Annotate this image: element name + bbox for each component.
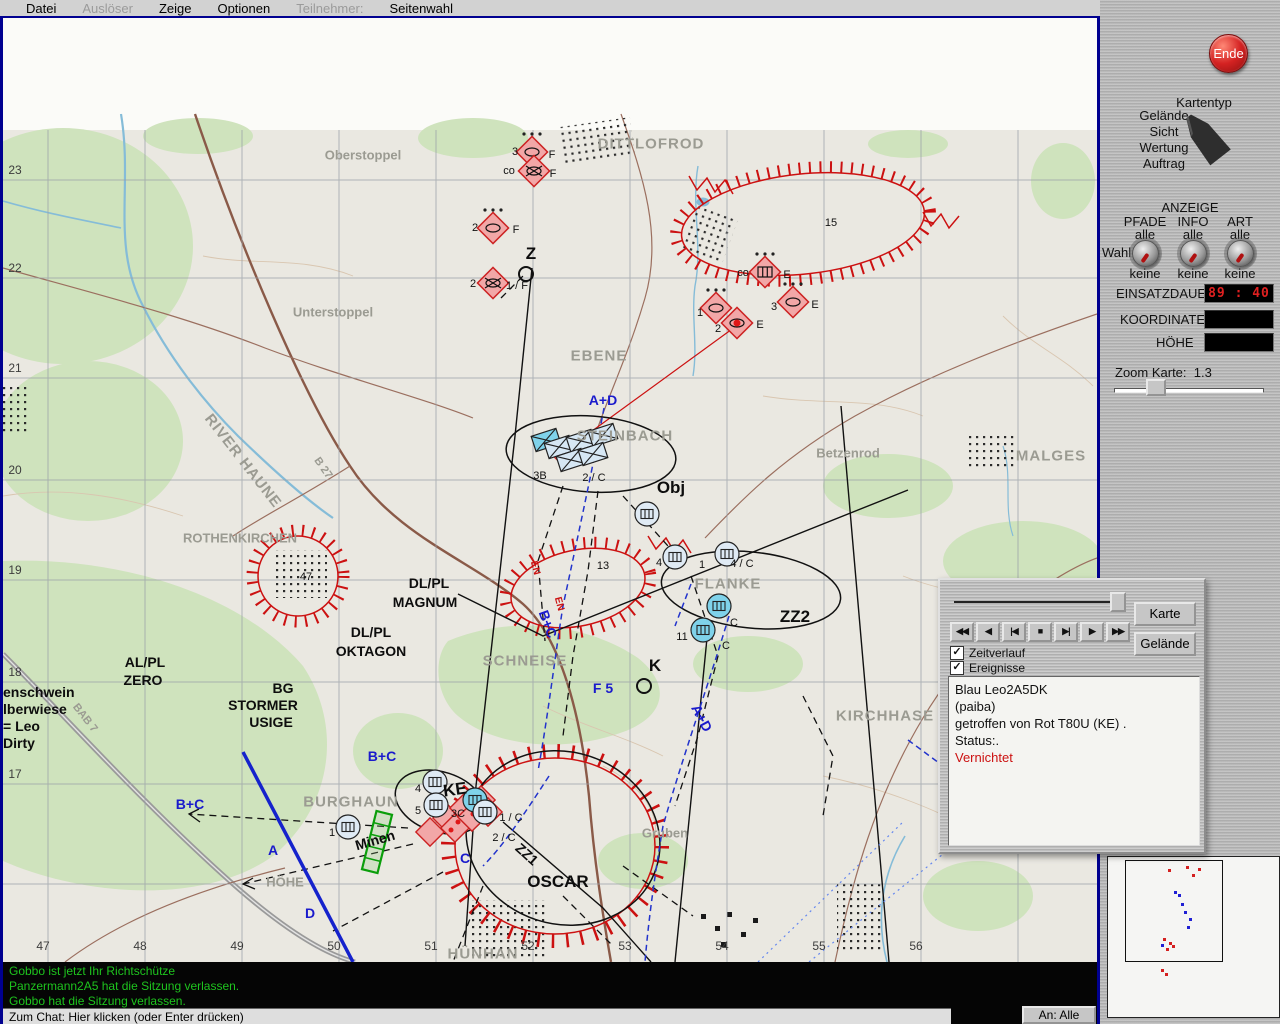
minimap-unit-dot — [1166, 948, 1169, 951]
karte-button[interactable]: Karte — [1134, 602, 1196, 626]
ende-button[interactable]: Ende — [1209, 34, 1248, 73]
einsatzdauer-label: EINSATZDAUER — [1116, 286, 1215, 301]
minimap-unit-dot — [1168, 869, 1171, 872]
step-back-button[interactable]: |◀ — [1002, 622, 1026, 642]
minimap-unit-dot — [1189, 918, 1192, 921]
koordinate-display — [1204, 310, 1274, 329]
chat-message: Gobbo ist jetzt Ihr Richtschütze — [9, 964, 1097, 979]
menu-ausloeser: Auslöser — [82, 1, 133, 16]
map-canvas[interactable] — [3, 16, 1097, 962]
einsatzdauer-display: 89 : 40 — [1204, 284, 1274, 303]
minimap-unit-dot — [1163, 938, 1166, 941]
ereignisse-checkbox[interactable] — [950, 661, 964, 675]
event-line: getroffen von Rot T80U (KE) . — [955, 715, 1193, 732]
minimap-unit-dot — [1198, 868, 1201, 871]
step-forward-button[interactable]: ▶| — [1054, 622, 1078, 642]
art-keine-label: keine — [1224, 266, 1255, 281]
chat-log: Gobbo ist jetzt Ihr Richtschütze Panzerm… — [3, 962, 1097, 1008]
info-knob[interactable] — [1180, 240, 1207, 267]
chat-input[interactable]: Zum Chat: Hier klicken (oder Enter drück… — [3, 1008, 951, 1024]
minimap-unit-dot — [1172, 945, 1175, 948]
hoehe-display — [1204, 333, 1274, 352]
menu-teilnehmer: Teilnehmer: — [296, 1, 363, 16]
menu-seitenwahl[interactable]: Seitenwahl — [389, 1, 453, 16]
pfade-keine-label: keine — [1129, 266, 1160, 281]
zoom-slider-track[interactable] — [1114, 388, 1264, 393]
replay-slider-track[interactable] — [954, 601, 1116, 603]
zeitverlauf-checkbox[interactable] — [950, 646, 964, 660]
koordinate-label: KOORDINATE — [1120, 312, 1205, 327]
tactical-map[interactable]: OberstoppelDITTLOFRODUnterstoppelEBENEST… — [3, 16, 1097, 962]
zoom-slider-thumb[interactable] — [1146, 379, 1166, 396]
map-margin — [3, 16, 1097, 130]
event-status: Vernichtet — [955, 749, 1193, 766]
menu-bar: Datei Auslöser Zeige Optionen Teilnehmer… — [0, 0, 1100, 18]
chat-message: Gobbo hat die Sitzung verlassen. — [9, 994, 1097, 1009]
zeitverlauf-label: Zeitverlauf — [969, 646, 1025, 660]
map-column: OberstoppelDITTLOFRODUnterstoppelEBENEST… — [0, 16, 1100, 1024]
replay-window: ◀◀ ◀ |◀ ■ ▶| ▶ ▶▶ Karte Gelände Zeitverl… — [938, 578, 1206, 854]
chat-message: Panzermann2A5 hat die Sitzung verlassen. — [9, 979, 1097, 994]
minimap-unit-dot — [1181, 903, 1184, 906]
control-panel: Ende Kartentyp Gelände Sicht Wertung Auf… — [1100, 0, 1280, 1024]
menu-datei[interactable]: Datei — [26, 1, 56, 16]
info-keine-label: keine — [1177, 266, 1208, 281]
event-line: Status:. — [955, 732, 1193, 749]
art-knob[interactable] — [1227, 240, 1254, 267]
play-back-button[interactable]: ◀ — [976, 622, 1000, 642]
hoehe-label: HÖHE — [1156, 335, 1194, 350]
menu-optionen[interactable]: Optionen — [217, 1, 270, 16]
zoom-label: Zoom Karte: 1.3 — [1115, 365, 1212, 380]
minimap-unit-dot — [1161, 944, 1164, 947]
event-line: Blau Leo2A5DK — [955, 681, 1193, 698]
ereignisse-label: Ereignisse — [969, 661, 1025, 675]
gelaende-button[interactable]: Gelände — [1134, 632, 1196, 656]
fast-forward-button[interactable]: ▶▶ — [1106, 622, 1130, 642]
event-line: (paiba) — [955, 698, 1193, 715]
minimap-unit-dot — [1165, 973, 1168, 976]
chat-recipient-button[interactable]: An: Alle — [1022, 1006, 1096, 1024]
overview-minimap[interactable] — [1107, 856, 1280, 1018]
replay-slider-thumb[interactable] — [1110, 592, 1126, 612]
minimap-unit-dot — [1178, 894, 1181, 897]
minimap-unit-dot — [1192, 874, 1195, 877]
play-button[interactable]: ▶ — [1080, 622, 1104, 642]
wahl-label: Wahl — [1102, 245, 1131, 260]
minimap-unit-dot — [1174, 891, 1177, 894]
stop-button[interactable]: ■ — [1028, 622, 1052, 642]
minimap-unit-dot — [1187, 926, 1190, 929]
anzeige-title: ANZEIGE — [1161, 200, 1218, 215]
zoom-value: 1.3 — [1194, 365, 1212, 380]
minimap-unit-dot — [1184, 911, 1187, 914]
pfade-knob[interactable] — [1132, 240, 1159, 267]
event-message-panel: Blau Leo2A5DK (paiba) getroffen von Rot … — [948, 676, 1200, 846]
minimap-unit-dot — [1186, 866, 1189, 869]
chat-input-bar: Zum Chat: Hier klicken (oder Enter drück… — [3, 1008, 1097, 1024]
minimap-unit-dot — [1161, 969, 1164, 972]
rewind-button[interactable]: ◀◀ — [950, 622, 974, 642]
menu-zeige[interactable]: Zeige — [159, 1, 192, 16]
